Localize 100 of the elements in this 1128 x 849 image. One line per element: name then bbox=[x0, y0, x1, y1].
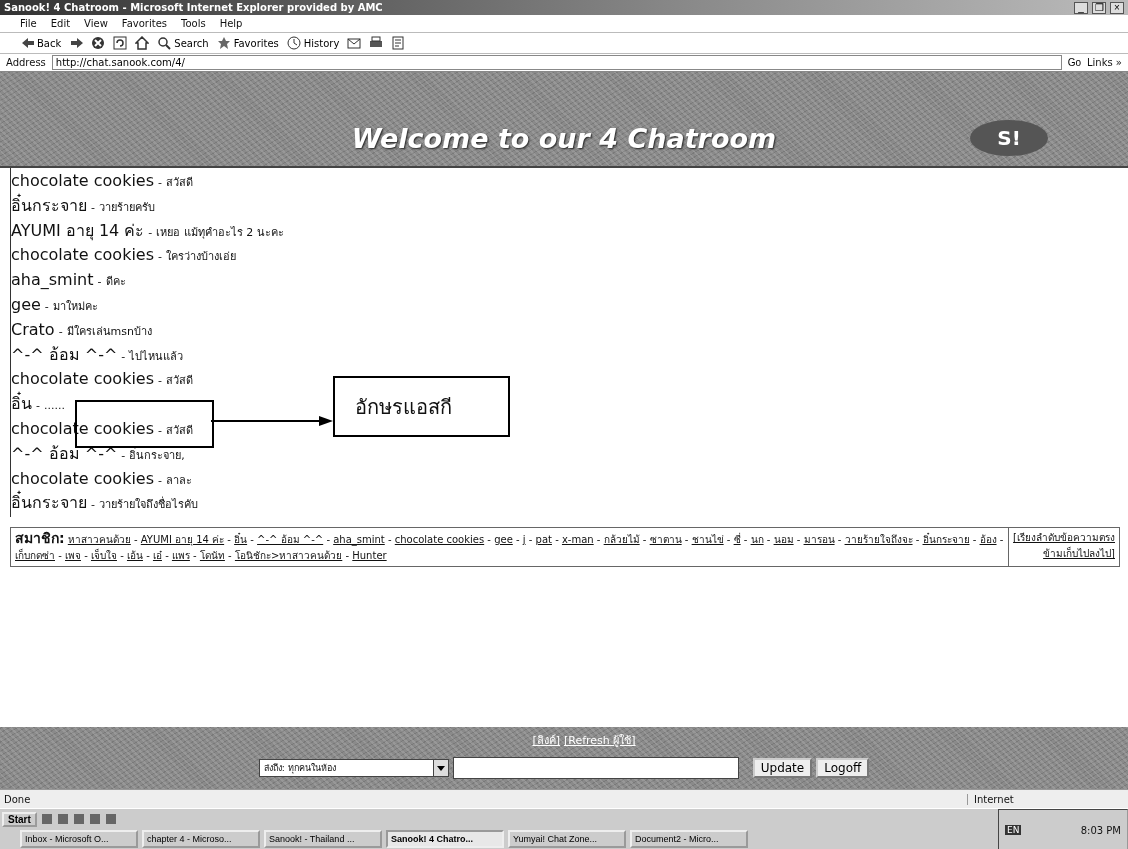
menu-item[interactable]: Help bbox=[219, 18, 243, 29]
member-link[interactable]: อิ๋น bbox=[234, 534, 248, 546]
taskbar-button[interactable]: chapter 4 - Microso... bbox=[142, 830, 260, 848]
window-control[interactable]: × bbox=[1110, 1, 1124, 14]
member-link[interactable]: aha_smint bbox=[333, 534, 385, 546]
member-link[interactable]: แพร bbox=[171, 550, 190, 562]
member-link[interactable]: gee bbox=[494, 534, 513, 546]
sender-name: อิ๋นกระจาย bbox=[11, 194, 87, 217]
member-link[interactable]: ซี่ bbox=[733, 534, 741, 546]
separator: - bbox=[158, 249, 162, 266]
taskbar-button[interactable]: Sanook! - Thailand ... bbox=[264, 830, 382, 848]
member-link[interactable]: นอม bbox=[773, 534, 794, 546]
member-link[interactable]: pat bbox=[535, 534, 552, 546]
menu-item[interactable]: Favorites bbox=[121, 18, 167, 29]
sender-name: chocolate cookies bbox=[11, 170, 155, 192]
separator: - bbox=[158, 422, 162, 439]
separator: - bbox=[528, 534, 533, 546]
recipient-dropdown[interactable]: ส่งถึง: ทุกคนในห้อง bbox=[258, 759, 449, 777]
separator: - bbox=[134, 534, 138, 546]
window-title: Sanook! 4 Chatroom - Microsoft Internet Explorer provided by AMC bbox=[4, 2, 384, 13]
address-field[interactable]: http://chat.sanook.com/4/ bbox=[51, 55, 1062, 70]
member-link[interactable]: โดนัท bbox=[199, 550, 225, 562]
separator: - bbox=[120, 550, 124, 562]
member-link[interactable]: ^-^ อ้อม ^-^ bbox=[257, 534, 324, 546]
sort-link[interactable]: [เรียงลำดับข้อความตรง bbox=[1013, 530, 1115, 547]
links-button[interactable]: Links » bbox=[1087, 57, 1122, 68]
separator: - bbox=[165, 550, 169, 562]
toolbar-button[interactable]: Search bbox=[157, 36, 209, 50]
quick-launch-icon[interactable] bbox=[88, 813, 101, 825]
member-link[interactable]: หาสาวคนด้วย bbox=[67, 534, 131, 546]
language-indicator[interactable]: EN bbox=[1005, 825, 1022, 835]
message-text: วายร้ายครับ bbox=[99, 199, 155, 216]
member-link[interactable]: เพจ bbox=[65, 550, 81, 562]
toolbar-button[interactable]: History bbox=[286, 36, 340, 50]
bar-button[interactable]: Update bbox=[752, 758, 813, 778]
history-icon bbox=[286, 36, 301, 50]
taskbar-button[interactable]: Document2 - Micro... bbox=[630, 830, 748, 848]
separator: - bbox=[121, 447, 126, 464]
member-link[interactable]: ชานไข่ bbox=[691, 534, 724, 546]
message-field[interactable] bbox=[452, 757, 739, 779]
message-text: ไปไหนแล้ว bbox=[129, 348, 184, 365]
quick-launch-icon[interactable] bbox=[40, 813, 53, 825]
member-link[interactable]: อ้อง bbox=[979, 534, 997, 546]
quick-launch-icon[interactable] bbox=[104, 813, 117, 825]
separator: - bbox=[387, 534, 392, 546]
member-link[interactable]: AYUMI อายุ 14 ค่ะ bbox=[140, 534, 225, 546]
taskbar-button[interactable]: Sanook! 4 Chatro... bbox=[386, 830, 504, 848]
member-link[interactable]: j bbox=[522, 534, 526, 546]
separator: - bbox=[193, 550, 197, 562]
banner-title: Welcome to our 4 Chatroom bbox=[351, 123, 777, 154]
message-text: เหยอ แม้ทุคำอะไร 2 นะคะ bbox=[156, 224, 284, 241]
separator: - bbox=[915, 534, 920, 546]
taskbar-button[interactable]: Yumyai! Chat Zone... bbox=[508, 830, 626, 848]
sort-link[interactable]: ข้ามเก็บไปลงไป] bbox=[1013, 546, 1115, 563]
quick-launch-icon[interactable] bbox=[72, 813, 85, 825]
member-link[interactable]: นก bbox=[750, 534, 764, 546]
separator: - bbox=[345, 550, 350, 562]
separator: - bbox=[516, 534, 520, 546]
separator: - bbox=[326, 534, 330, 546]
menu-item[interactable]: File bbox=[20, 18, 37, 29]
member-link[interactable]: มารอน bbox=[803, 534, 835, 546]
message-text: มีใครเล่นmsnบ้าง bbox=[66, 323, 153, 340]
member-link[interactable]: ซาตาน bbox=[649, 534, 682, 546]
member-link[interactable]: chocolate cookies bbox=[394, 534, 485, 546]
member-link[interactable]: Hunter bbox=[352, 550, 387, 562]
window-control[interactable]: ❐ bbox=[1092, 1, 1106, 14]
start-button[interactable]: Start bbox=[2, 811, 37, 827]
member-link[interactable]: เก็บกดซ่า bbox=[15, 550, 55, 562]
member-link[interactable]: เอ๋ bbox=[152, 550, 162, 562]
member-link[interactable]: กล้วยไม้ bbox=[603, 534, 640, 546]
member-link[interactable]: x-man bbox=[561, 534, 594, 546]
member-link[interactable]: โอนิชักะ>หาสาวคนด้วย bbox=[234, 550, 343, 562]
member-link[interactable]: อิ๋นกระจาย bbox=[922, 534, 970, 546]
separator: - bbox=[91, 497, 95, 514]
separator: - bbox=[158, 373, 162, 390]
separator: - bbox=[44, 299, 49, 315]
separator: - bbox=[97, 274, 102, 291]
taskbar-button[interactable]: Inbox - Microsoft O... bbox=[20, 830, 138, 848]
clock: 8:03 PM bbox=[1080, 824, 1121, 836]
message-text: วายร้ายใจถึงชื่อไรคับ bbox=[99, 495, 198, 514]
menu-item[interactable]: Tools bbox=[181, 18, 206, 29]
bar-button[interactable]: Logoff bbox=[816, 758, 870, 778]
member-link[interactable]: เอ้น bbox=[126, 550, 143, 562]
member-link[interactable]: เจ็บใจ bbox=[90, 550, 117, 562]
toolbar-button[interactable]: Favorites bbox=[216, 36, 279, 50]
separator: - bbox=[837, 534, 842, 546]
message-text: ...... bbox=[44, 398, 65, 415]
sender-name: chocolate cookies bbox=[11, 368, 155, 391]
quick-launch-icon[interactable] bbox=[56, 813, 69, 825]
menu-item[interactable]: View bbox=[84, 18, 108, 29]
go-button[interactable]: Go bbox=[1067, 57, 1081, 68]
message-text: สวัสดี bbox=[166, 175, 193, 191]
separator: - bbox=[250, 534, 254, 546]
menu-item[interactable]: Edit bbox=[50, 18, 71, 29]
separator: - bbox=[766, 534, 771, 546]
member-link[interactable]: วายร้ายใจถึงจะ bbox=[844, 534, 913, 546]
window-control[interactable]: _ bbox=[1074, 1, 1088, 14]
sender-name: อิ๋น bbox=[11, 393, 32, 416]
toolbar-button[interactable]: Back bbox=[20, 36, 62, 50]
separator: - bbox=[158, 472, 162, 489]
